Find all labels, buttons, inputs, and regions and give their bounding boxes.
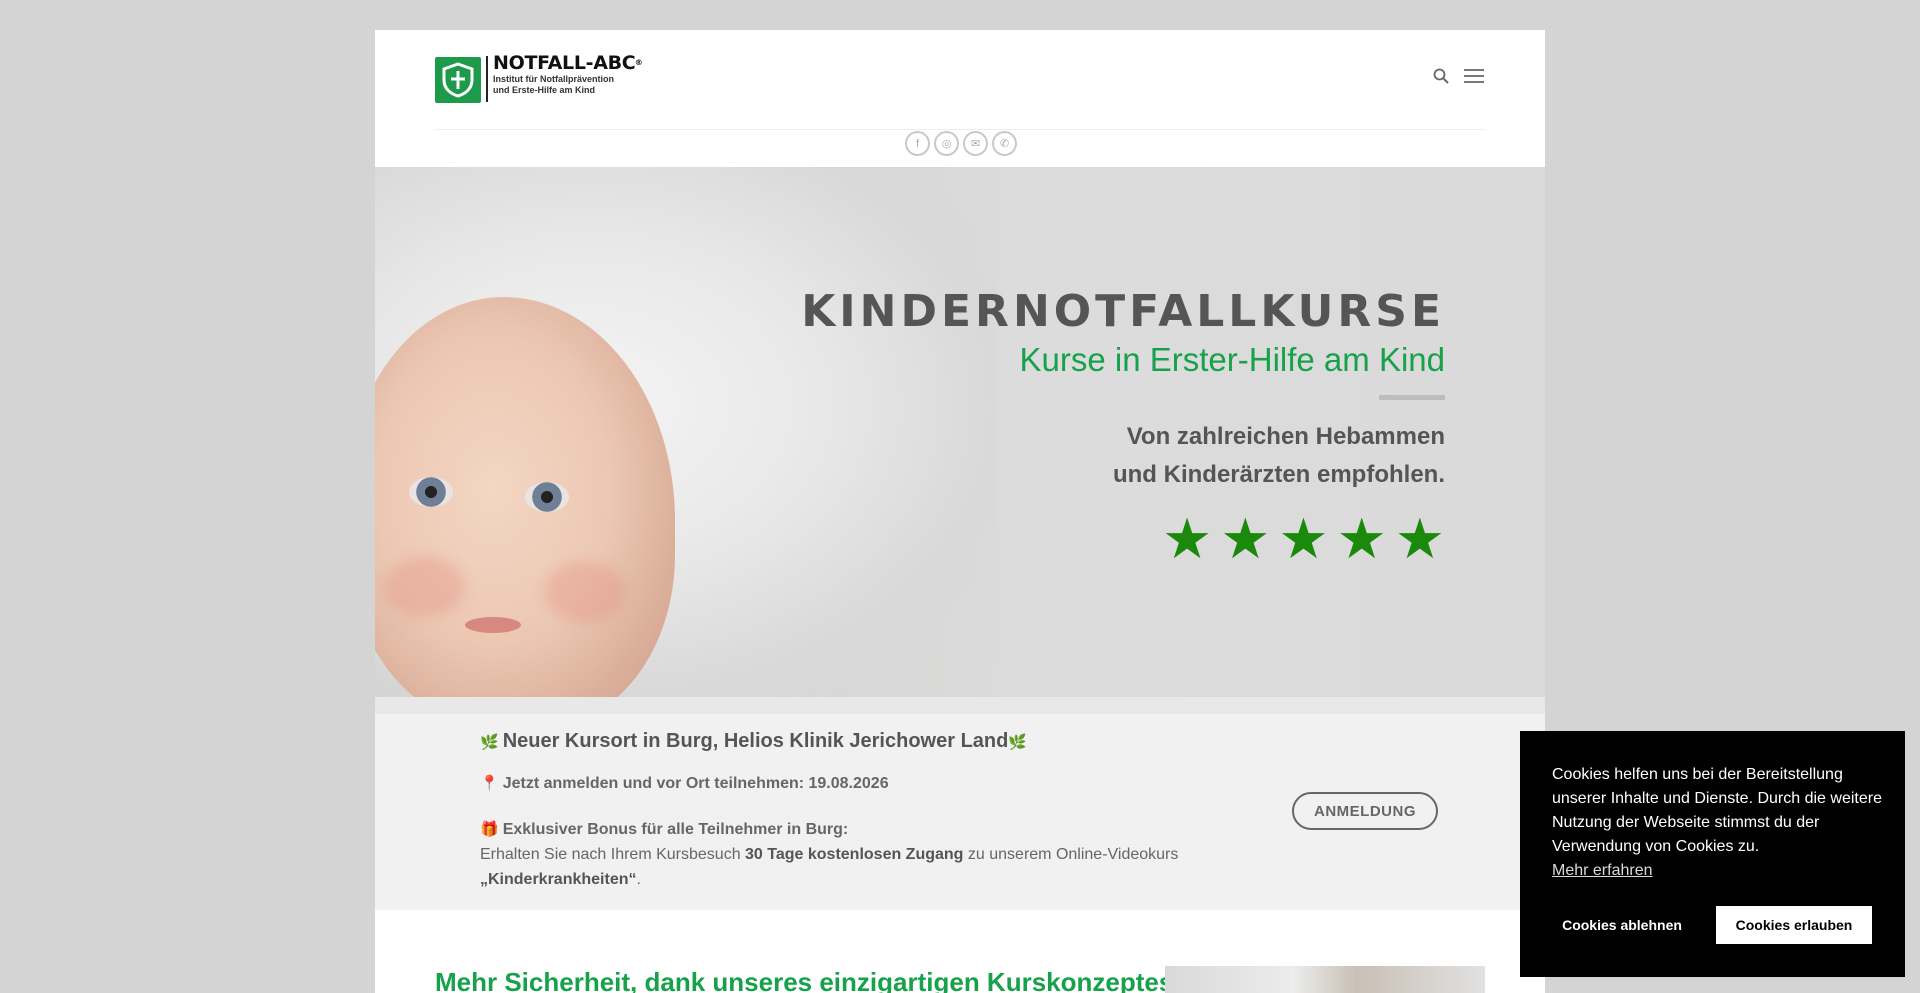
site-header: NOTFALL-ABC ® Institut für Notfallprävent…: [375, 30, 1545, 167]
phone-icon[interactable]: ✆: [992, 131, 1017, 156]
hero-recommend-line-1: Von zahlreichen Hebammen: [1126, 423, 1445, 450]
social-links: f ◎ ✉ ✆: [905, 131, 1017, 156]
cookie-deny-button[interactable]: Cookies ablehnen: [1552, 906, 1692, 944]
concept-image: [1165, 966, 1485, 993]
instagram-icon[interactable]: ◎: [934, 131, 959, 156]
header-divider: [435, 129, 1485, 130]
hero-divider: [1379, 395, 1445, 400]
baby-mouth: [465, 617, 521, 633]
cookie-learn-more-link[interactable]: Mehr erfahren: [1552, 862, 1653, 880]
baby-cheek-right: [545, 562, 625, 622]
facebook-icon[interactable]: f: [905, 131, 930, 156]
menu-icon[interactable]: [1463, 68, 1485, 84]
baby-eye-right: [525, 482, 569, 512]
logo[interactable]: NOTFALL-ABC ® Institut für Notfallprävent…: [435, 52, 643, 103]
star-rating: ★ ★ ★ ★ ★: [801, 507, 1445, 570]
announcement-details: Erhalten Sie nach Ihrem Kursbesuch 30 Ta…: [480, 846, 1179, 863]
page: NOTFALL-ABC ® Institut für Notfallprävent…: [375, 30, 1545, 993]
hero-recommend-line-2: und Kinderärzten empfohlen.: [1112, 461, 1445, 488]
email-icon[interactable]: ✉: [963, 131, 988, 156]
logo-subtitle-1: Institut für Notfallprävention: [493, 74, 614, 84]
concept-section: Mehr Sicherheit, dank unseres einzigarti…: [375, 927, 1545, 993]
star-icon: ★: [1394, 507, 1445, 570]
logo-subtitle-2: und Erste-Hilfe am Kind: [493, 85, 596, 95]
logo-divider: [486, 56, 488, 102]
hero-banner: KINDERNOTFALLKURSE Kurse in Erster-Hilfe…: [375, 167, 1545, 697]
announcement-title: 🌿 Neuer Kursort in Burg, Helios Klinik Je…: [480, 730, 1028, 752]
star-icon: ★: [1278, 507, 1329, 570]
announcement-course: „Kinderkrankheiten“.: [480, 871, 641, 888]
announcement-bonus: 🎁 Exklusiver Bonus für alle Teilnehmer in…: [480, 821, 849, 838]
registration-button[interactable]: ANMELDUNG: [1292, 792, 1438, 830]
concept-title: Mehr Sicherheit, dank unseres einzigarti…: [435, 967, 1181, 993]
hero-subtitle: Kurse in Erster-Hilfe am Kind: [1019, 341, 1445, 378]
baby-cheek-left: [385, 557, 465, 617]
gift-icon: 🎁: [480, 821, 499, 838]
cookie-allow-button[interactable]: Cookies erlauben: [1716, 906, 1872, 944]
shield-icon: [435, 57, 481, 103]
star-icon: ★: [1161, 507, 1213, 570]
star-icon: ★: [1220, 507, 1271, 570]
hero-text: KINDERNOTFALLKURSE Kurse in Erster-Hilfe…: [801, 286, 1445, 570]
search-icon[interactable]: [1433, 68, 1449, 84]
plant-icon: 🌿: [1008, 734, 1028, 751]
logo-title: NOTFALL-ABC ®: [493, 52, 643, 74]
announcement-date: 📍 Jetzt anmelden und vor Ort teilnehmen: …: [480, 775, 889, 792]
star-icon: ★: [1336, 507, 1387, 570]
plant-icon: 🌿: [480, 734, 499, 751]
hero-title: KINDERNOTFALLKURSE: [801, 286, 1445, 337]
announcement-section: 🌿 Neuer Kursort in Burg, Helios Klinik Je…: [375, 697, 1545, 910]
cookie-message: Cookies helfen uns bei der Bereitstellun…: [1552, 766, 1882, 855]
baby-eye-left: [409, 477, 453, 507]
pin-icon: 📍: [480, 775, 499, 792]
cookie-banner: Cookies helfen uns bei der Bereitstellun…: [1520, 731, 1905, 977]
